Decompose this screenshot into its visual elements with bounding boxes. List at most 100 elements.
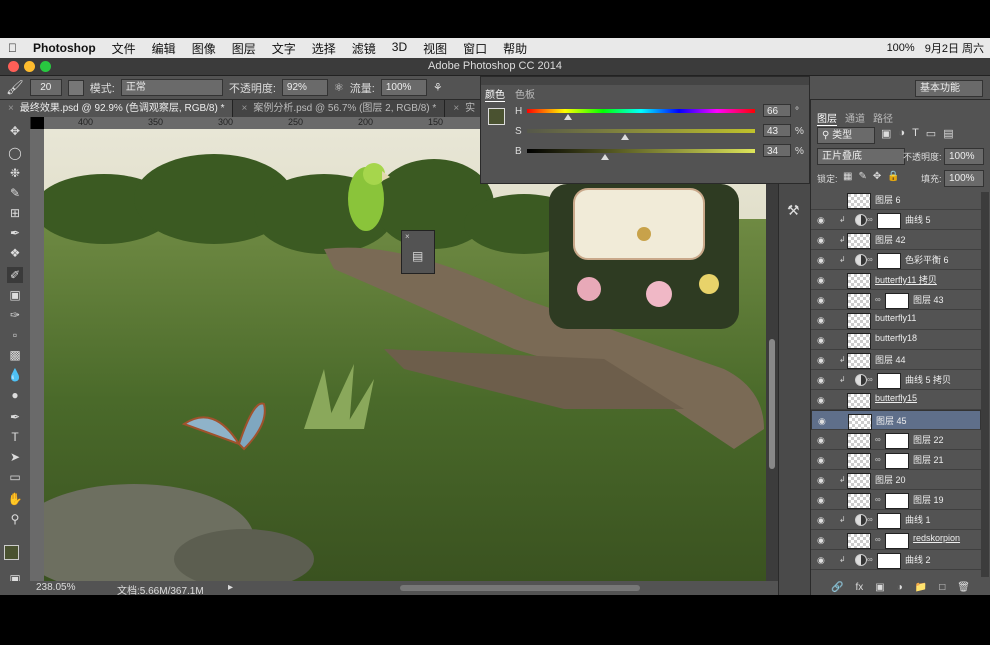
- vertical-scrollbar[interactable]: [766, 129, 778, 581]
- brush-size-picker[interactable]: 20: [29, 79, 62, 96]
- mask-link-icon[interactable]: ∞: [867, 215, 873, 224]
- horizontal-scroll-thumb[interactable]: [400, 585, 640, 591]
- marquee-tool-icon[interactable]: ◯: [7, 145, 23, 161]
- layers-panel-tab[interactable]: 图层: [817, 110, 837, 126]
- history-brush-tool-icon[interactable]: ✑: [7, 307, 23, 323]
- delete-layer-icon[interactable]: 🗑: [957, 582, 970, 593]
- menu-item[interactable]: 文字: [264, 40, 304, 57]
- channel-slider-knob[interactable]: [600, 154, 609, 160]
- layer-mask-thumbnail[interactable]: [877, 513, 901, 529]
- mask-link-icon[interactable]: ∞: [867, 515, 873, 524]
- layer-row[interactable]: ◉ butterfly15: [811, 390, 981, 410]
- stamp-tool-icon[interactable]: ▣: [7, 287, 23, 303]
- menu-item[interactable]: 帮助: [495, 40, 535, 57]
- blur-tool-icon[interactable]: 💧: [7, 367, 23, 383]
- visibility-eye-icon[interactable]: ◉: [817, 255, 827, 265]
- eyedropper-tool-icon[interactable]: ✒: [7, 225, 23, 241]
- channel-value-input[interactable]: 34: [763, 144, 791, 157]
- menu-item[interactable]: 编辑: [144, 40, 184, 57]
- document-tab[interactable]: × 案例分析.psd @ 56.7% (图层 2, RGB/8) *: [233, 100, 446, 117]
- layer-row[interactable]: ◉ ∞ 图层 43: [811, 290, 981, 310]
- visibility-eye-icon[interactable]: ◉: [817, 355, 827, 365]
- mask-link-icon[interactable]: ∞: [875, 455, 881, 464]
- add-mask-icon[interactable]: ▣: [875, 582, 884, 593]
- layers-opacity-input[interactable]: 100%: [944, 148, 984, 165]
- mask-link-icon[interactable]: ∞: [875, 535, 881, 544]
- layer-row[interactable]: ◉ ↲ ∞ 曲线 5 拷贝: [811, 370, 981, 390]
- visibility-eye-icon[interactable]: [817, 195, 827, 205]
- layer-row[interactable]: ◉ ∞ 图层 19: [811, 490, 981, 510]
- menu-item[interactable]: 文件: [104, 40, 144, 57]
- filter-smart-icon[interactable]: ▤: [943, 127, 953, 140]
- dodge-tool-icon[interactable]: ●: [7, 387, 23, 403]
- new-group-icon[interactable]: 📁: [915, 582, 927, 593]
- document-tab[interactable]: × 实: [445, 100, 485, 117]
- color-panel-tab[interactable]: 颜色: [485, 86, 505, 102]
- tools-panel-icon[interactable]: ⚒: [787, 202, 800, 219]
- layer-row[interactable]: ◉ ↲ 图层 20: [811, 470, 981, 490]
- filter-shape-icon[interactable]: ▭: [926, 127, 936, 140]
- zoom-tool-icon[interactable]: ⚲: [7, 511, 23, 527]
- layer-row[interactable]: ◉ butterfly11: [811, 310, 981, 330]
- kind-filter-select[interactable]: ⚲ 类型: [817, 127, 875, 144]
- pressure-opacity-icon[interactable]: ⚛: [334, 81, 344, 94]
- visibility-eye-icon[interactable]: ◉: [817, 395, 827, 405]
- layer-row[interactable]: 图层 6: [811, 190, 981, 210]
- link-layers-icon[interactable]: 🔗: [831, 582, 843, 593]
- lock-all-icon[interactable]: 🔒: [887, 171, 899, 182]
- channel-value-input[interactable]: 66: [763, 104, 791, 117]
- channel-slider[interactable]: [527, 129, 755, 133]
- eraser-tool-icon[interactable]: ▫: [7, 327, 23, 343]
- brush-tool-icon[interactable]: ✐: [7, 267, 23, 283]
- visibility-eye-icon[interactable]: ◉: [817, 295, 827, 305]
- zoom-level[interactable]: 238.05%: [36, 582, 75, 593]
- tab-close-icon[interactable]: ×: [8, 103, 14, 114]
- menu-item[interactable]: 3D: [384, 40, 415, 57]
- workspace-select[interactable]: 基本功能: [915, 80, 983, 97]
- opacity-input[interactable]: 92%: [281, 79, 328, 96]
- layer-mask-thumbnail[interactable]: [885, 533, 909, 549]
- apple-icon[interactable]: : [0, 41, 25, 55]
- tab-close-icon[interactable]: ×: [241, 103, 247, 114]
- layer-row[interactable]: ◉ butterfly11 拷贝: [811, 270, 981, 290]
- layer-mask-thumbnail[interactable]: [877, 213, 901, 229]
- color-panel-fg-swatch[interactable]: [488, 108, 505, 125]
- type-tool-icon[interactable]: T: [7, 429, 23, 445]
- visibility-eye-icon[interactable]: ◉: [817, 515, 827, 525]
- menu-item[interactable]: 视图: [415, 40, 455, 57]
- layer-mask-thumbnail[interactable]: [885, 493, 909, 509]
- lock-position-icon[interactable]: ✥: [873, 171, 881, 182]
- visibility-eye-icon[interactable]: ◉: [817, 215, 827, 225]
- menu-item[interactable]: 图像: [184, 40, 224, 57]
- hand-tool-icon[interactable]: ✋: [7, 491, 23, 507]
- mask-link-icon[interactable]: ∞: [875, 295, 881, 304]
- layer-mask-thumbnail[interactable]: [885, 433, 909, 449]
- blend-mode-select[interactable]: 正片叠底: [817, 148, 905, 165]
- layer-row[interactable]: ◉ ↲ ∞ 曲线 2: [811, 550, 981, 570]
- menu-item[interactable]: 滤镜: [344, 40, 384, 57]
- layer-mask-thumbnail[interactable]: [877, 253, 901, 269]
- pen-tool-icon[interactable]: ✒: [7, 409, 23, 425]
- color-panel-tab[interactable]: 色板: [515, 86, 535, 102]
- layer-row[interactable]: ◉ ∞ 图层 21: [811, 450, 981, 470]
- filter-type-icon[interactable]: T: [912, 127, 919, 140]
- visibility-eye-icon[interactable]: ◉: [817, 535, 827, 545]
- move-tool-icon[interactable]: ✥: [7, 123, 23, 139]
- layer-row[interactable]: ◉ ∞ redskorpion: [811, 530, 981, 550]
- app-menu[interactable]: Photoshop: [25, 41, 104, 55]
- visibility-eye-icon[interactable]: ◉: [817, 555, 827, 565]
- filter-pixel-icon[interactable]: ▣: [881, 127, 891, 140]
- channel-value-input[interactable]: 43: [763, 124, 791, 137]
- airbrush-icon[interactable]: ⚘: [433, 81, 443, 94]
- visibility-eye-icon[interactable]: ◉: [817, 375, 827, 385]
- layer-row[interactable]: ◉ butterfly18: [811, 330, 981, 350]
- visibility-eye-icon[interactable]: ◉: [817, 335, 827, 345]
- layer-row[interactable]: ◉ 图层 45: [811, 410, 981, 430]
- lock-transparency-icon[interactable]: ▦: [843, 171, 852, 182]
- channel-slider-knob[interactable]: [564, 114, 573, 120]
- layer-row[interactable]: ◉ ↲ ∞ 曲线 5: [811, 210, 981, 230]
- menu-item[interactable]: 选择: [304, 40, 344, 57]
- mode-select[interactable]: 正常: [120, 79, 223, 96]
- channel-slider[interactable]: [527, 109, 755, 113]
- foreground-color-swatch[interactable]: [4, 545, 19, 560]
